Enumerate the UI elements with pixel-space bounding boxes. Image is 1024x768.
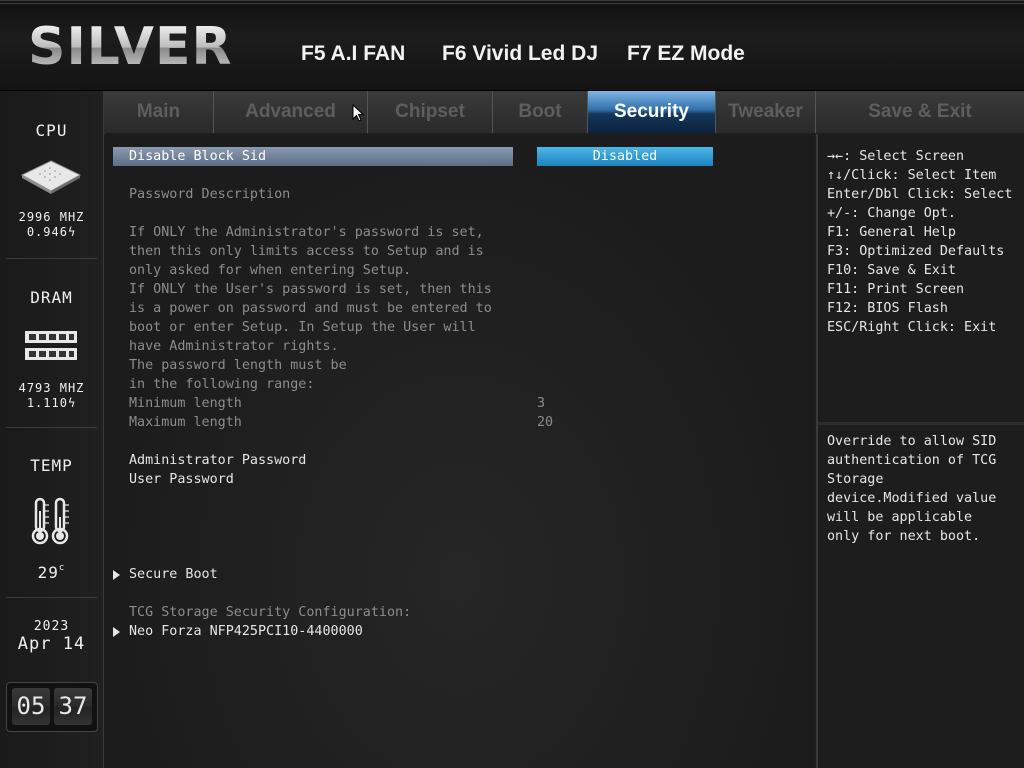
dram-title: DRAM [30, 288, 73, 307]
status-divider [6, 427, 97, 428]
settings-panel: Disable Block Sid Disabled Password Desc… [104, 134, 815, 768]
tab-security[interactable]: Security [588, 91, 716, 133]
description-line: is a power on password and must be enter… [129, 301, 492, 316]
dram-frequency: 4793 MHZ [18, 381, 85, 395]
tab-bar: Main Advanced Chipset Boot Security Twea… [104, 91, 1024, 133]
bolt-icon: ϟ [67, 225, 77, 239]
tab-save-exit[interactable]: Save & Exit [816, 91, 1024, 133]
maximum-length-value: 20 [537, 415, 554, 430]
item-help-line: Storage [827, 472, 884, 487]
help-divider [818, 422, 1024, 425]
help-key-line: F11: Print Screen [827, 282, 965, 297]
cpu-voltage: 0.946ϟ [26, 225, 77, 239]
dram-module-icon [24, 329, 78, 363]
description-line: have Administrator rights. [129, 339, 339, 354]
user-password-item[interactable]: User Password [129, 470, 234, 489]
help-panel: →←: Select Screen ↑↓/Click: Select Item … [816, 134, 1024, 768]
maximum-length-label: Maximum length [129, 415, 242, 430]
cpu-frequency: 2996 MHZ [18, 210, 85, 224]
tab-advanced[interactable]: Advanced [214, 91, 368, 133]
cpu-title: CPU [35, 121, 68, 140]
description-line: boot or enter Setup. In Setup the User w… [129, 320, 476, 335]
date-year: 2023 [33, 619, 70, 634]
description-line: The password length must be [129, 358, 347, 373]
help-key-line: Enter/Dbl Click: Select [827, 187, 1013, 202]
tab-tweaker[interactable]: Tweaker [716, 91, 816, 133]
help-key-line: F1: General Help [827, 225, 956, 240]
tab-main[interactable]: Main [104, 91, 214, 133]
help-key-line: F12: BIOS Flash [827, 301, 948, 316]
item-help-line: authentication of TCG [827, 453, 997, 468]
password-description-label: Password Description [129, 187, 291, 202]
header-bar: SILVER F5 A.I FAN F6 Vivid Led DJ F7 EZ … [0, 0, 1024, 91]
status-panel: CPU 2996 MHZ 0.946ϟ DRAM 4793 MHZ 1.110ϟ [0, 91, 105, 768]
tab-boot[interactable]: Boot [493, 91, 588, 133]
description-line: in the following range: [129, 377, 315, 392]
administrator-password-item[interactable]: Administrator Password [129, 451, 306, 470]
description-line: If ONLY the Administrator's password is … [129, 225, 484, 240]
tab-chipset[interactable]: Chipset [368, 91, 493, 133]
item-help-line: device.Modified value [827, 491, 997, 506]
status-divider [6, 258, 97, 259]
secure-boot-item[interactable]: Secure Boot [129, 565, 218, 584]
digital-clock: 05 37 [6, 682, 98, 732]
description-line: then this only limits access to Setup an… [129, 244, 484, 259]
minimum-length-label: Minimum length [129, 396, 242, 411]
submenu-arrow-icon [113, 627, 120, 637]
help-key-line: ↑↓/Click: Select Item [827, 168, 997, 183]
disable-block-sid-item[interactable]: Disable Block Sid [129, 147, 266, 166]
help-key-line: +/-: Change Opt. [827, 206, 956, 221]
minimum-length-value: 3 [537, 396, 546, 411]
description-line: only asked for when entering Setup. [129, 263, 412, 278]
item-help-line: only for next boot. [827, 529, 981, 544]
description-line: If ONLY the User's password is set, then… [129, 282, 492, 297]
item-help-line: will be applicable [827, 510, 973, 525]
clock-minute: 37 [54, 688, 92, 725]
tcg-security-label: TCG Storage Security Configuration: [129, 605, 412, 620]
temperature-value: 29c [37, 563, 66, 582]
status-divider [6, 597, 97, 598]
help-key-line: F10: Save & Exit [827, 263, 956, 278]
submenu-arrow-icon [113, 570, 120, 580]
temp-title: TEMP [30, 456, 73, 475]
help-key-line: ESC/Right Click: Exit [827, 320, 997, 335]
ez-mode-button[interactable]: F7 EZ Mode [627, 42, 745, 66]
date-day: Apr 14 [17, 634, 86, 654]
dram-voltage: 1.110ϟ [26, 396, 77, 410]
disable-block-sid-value[interactable]: Disabled [537, 147, 713, 166]
cpu-chip-icon [20, 159, 82, 195]
help-key-line: F3: Optimized Defaults [827, 244, 1005, 259]
thermometer-icon [30, 497, 74, 545]
tcg-device-item[interactable]: Neo Forza NFP425PCI10-4400000 [129, 622, 363, 641]
bolt-icon: ϟ [67, 396, 77, 410]
clock-hour: 05 [12, 688, 50, 725]
item-help-line: Override to allow SID [827, 434, 997, 449]
vivid-led-dj-button[interactable]: F6 Vivid Led DJ [442, 42, 598, 66]
mouse-cursor-icon [352, 103, 365, 122]
ai-fan-button[interactable]: F5 A.I FAN [301, 42, 405, 66]
silver-logo: SILVER [28, 17, 233, 77]
help-key-line: →←: Select Screen [827, 149, 965, 164]
